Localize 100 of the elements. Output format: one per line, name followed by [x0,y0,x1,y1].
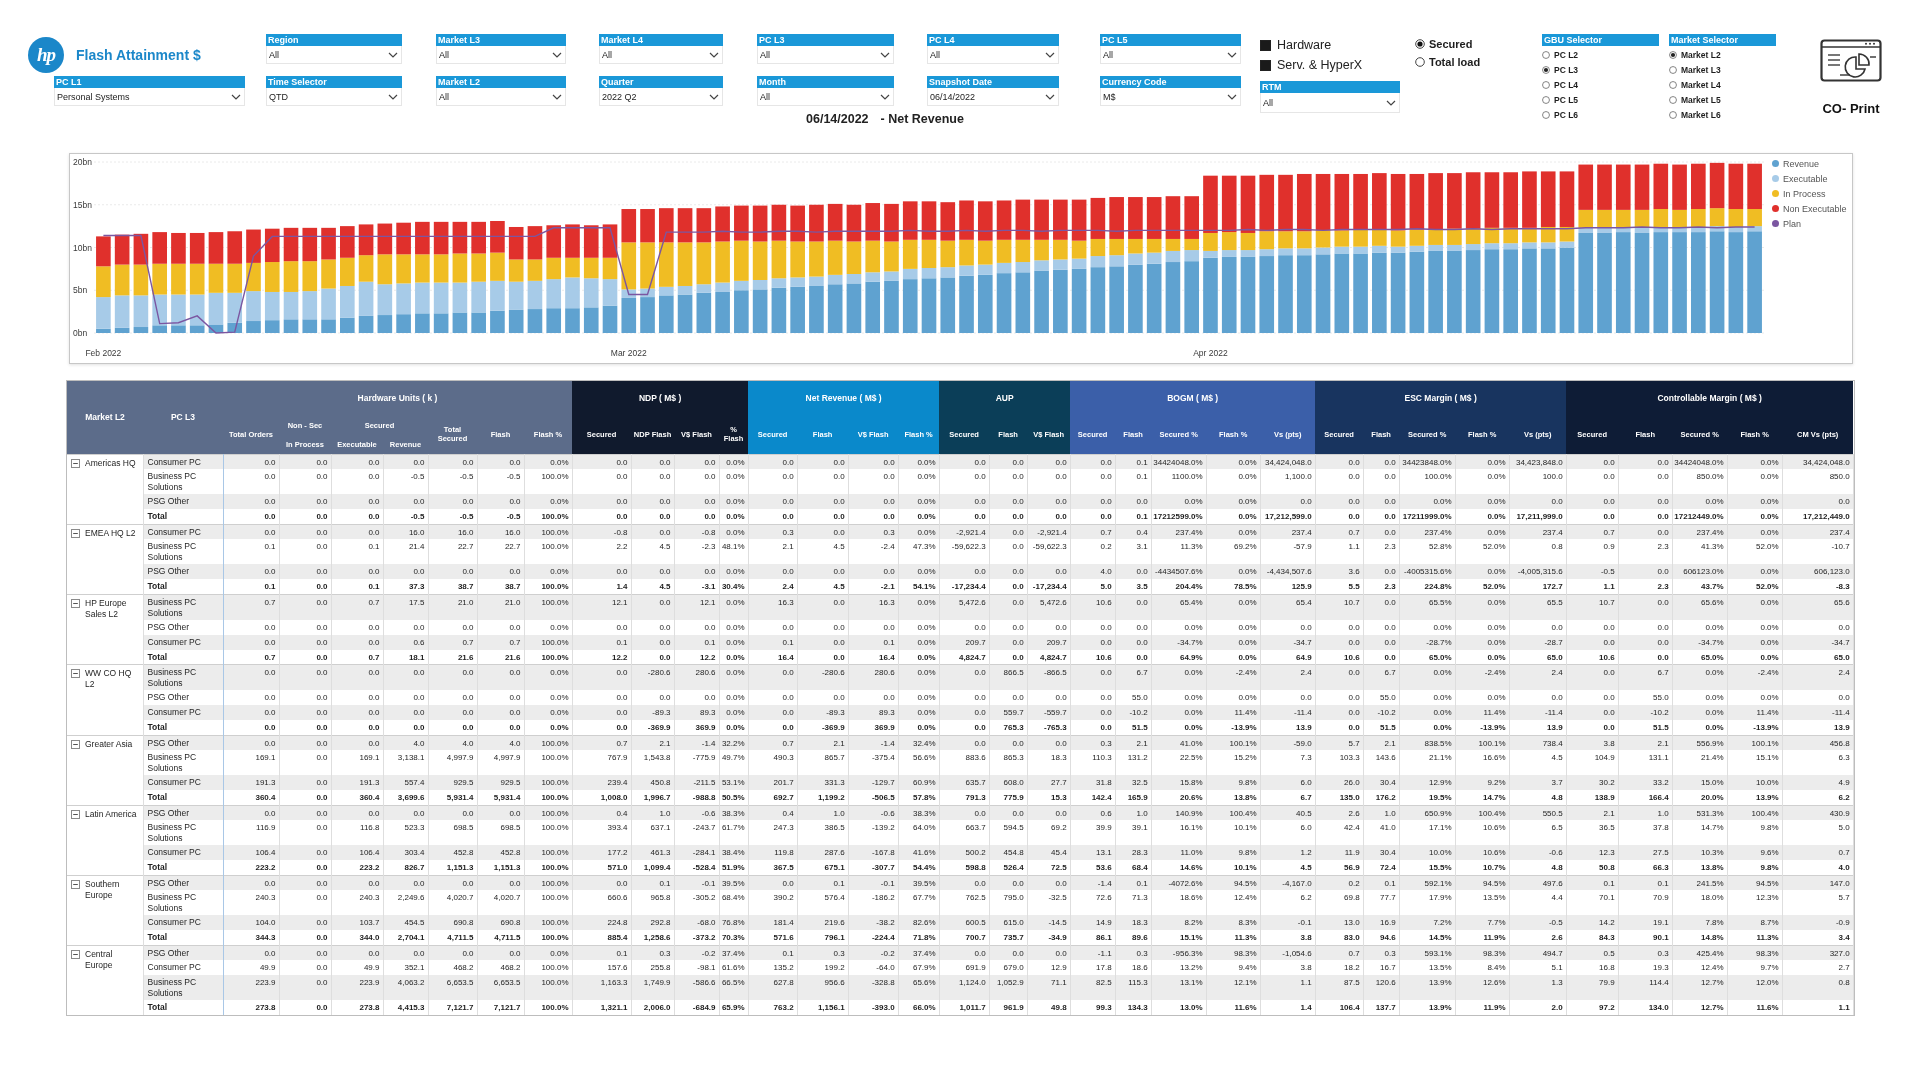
table-cell: 11.4% [1455,705,1510,720]
row-label: Consumer PC [143,845,223,860]
table-cell: 0.0 [1782,619,1854,635]
table-cell: 13.0 [1315,915,1364,930]
radio-option[interactable]: PC L2 [1542,47,1579,62]
dropdown[interactable]: All [436,88,566,106]
table-cell: -34.7 [1782,634,1854,650]
collapse-icon[interactable] [71,739,80,749]
radio-option[interactable]: Market L6 [1669,107,1721,122]
dropdown[interactable]: All [757,46,894,64]
dropdown[interactable]: All [927,46,1059,64]
radio-option[interactable]: Market L4 [1669,77,1721,92]
radio-option[interactable]: PC L3 [1542,62,1579,77]
table-cell: 98.3% [1455,945,1510,960]
table-cell: 0.0 [428,875,477,890]
dropdown[interactable]: Personal Systems [54,88,245,106]
collapse-icon[interactable] [71,458,80,468]
dropdown[interactable]: All [599,46,723,64]
table-cell: 0.0 [1618,619,1673,635]
table-cell: 0.0 [477,805,524,820]
radio-option[interactable]: Market L5 [1669,92,1721,107]
column-header[interactable]: Market L2 [67,381,143,454]
table-cell: 0.0 [383,945,428,960]
radio-option[interactable]: Total load [1415,55,1481,69]
table-cell: 0.0 [939,875,990,890]
table-cell: 0.0 [383,705,428,720]
chart-bar [264,262,280,292]
table-cell: 0.0 [1363,634,1400,650]
chevron-icon [1227,93,1237,100]
table-cell: 99.3 [1070,1000,1116,1015]
table-cell: 0.0 [1618,454,1673,469]
table-cell: 6.0 [1260,775,1316,790]
table-cell: 0.0 [1070,494,1116,509]
table-cell: 0.0% [1206,524,1261,539]
table-cell: 12.7% [1672,975,1728,1000]
table-cell: 0.0 [939,664,990,690]
chart-bar [640,209,655,243]
dropdown[interactable]: All [757,88,894,106]
table-cell: 0.0 [279,705,331,720]
dropdown[interactable]: QTD [266,88,402,106]
chart-bar [490,310,505,333]
table-cell: -28.7% [1399,634,1456,650]
row-group-label: Americas HQ [85,457,136,469]
table-cell: 0.0 [223,875,279,890]
dropdown[interactable]: All [1100,46,1241,64]
dropdown[interactable]: All [436,46,566,64]
table-cell: 1.1 [1782,1000,1854,1015]
table-cell: 0.0% [1206,634,1261,650]
table-cell: 0.0 [631,524,675,539]
column-header[interactable]: PC L3 [143,381,223,454]
checkbox-option[interactable]: Hardware [1260,37,1332,53]
dropdown[interactable]: 06/14/2022 [927,88,1059,106]
table-cell: 0.0% [719,454,749,469]
table-cell: 12.1 [572,594,632,620]
table-cell: 557.4 [383,775,428,790]
radio-option[interactable]: PC L6 [1542,107,1579,122]
table-cell: 8.3% [1206,915,1261,930]
table-cell: 0.0 [748,454,798,469]
table-cell: 0.0 [939,619,990,635]
chart-bar [340,226,355,258]
dropdown[interactable]: 2022 Q2 [599,88,723,106]
table-cell: 0.0 [428,664,477,690]
collapse-icon[interactable] [71,949,80,959]
dropdown[interactable]: All [1260,93,1400,113]
collapse-icon[interactable] [71,809,80,819]
table-cell: 34424048.0% [1151,454,1207,469]
table-cell: 0.0 [572,564,632,579]
chart-bar [752,205,768,242]
dropdown[interactable]: All [266,46,402,64]
table-cell: 40.5 [1260,805,1316,820]
table-cell: 0.0 [428,805,477,820]
radio-option[interactable]: PC L5 [1542,92,1579,107]
collapse-icon[interactable] [71,669,80,678]
table-cell: 0.7 [1070,524,1116,539]
table-cell: 0.0 [631,564,675,579]
radio-option[interactable]: PC L4 [1542,77,1579,92]
table-cell: 0.4 [748,805,798,820]
table-cell: 0.5 [1566,945,1619,960]
collapse-icon[interactable] [71,528,80,538]
table-cell: 16.0 [477,524,524,539]
table-cell: 0.0 [572,619,632,635]
collapse-icon[interactable] [71,598,80,608]
collapse-icon[interactable] [71,879,80,889]
table-cell: 0.0 [1566,454,1619,469]
dropdown[interactable]: M$ [1100,88,1241,106]
radio-option[interactable]: Secured [1415,37,1473,51]
table-cell: 287.6 [797,845,849,860]
chart-bar [471,253,486,282]
radio-option[interactable]: Market L3 [1669,62,1721,77]
table-cell: 8.2% [1151,915,1207,930]
table-cell: 177.2 [572,845,632,860]
table-cell: 26.0 [1315,775,1364,790]
table-cell: 0.0 [572,494,632,509]
table-cell: 0.0 [428,705,477,720]
table-cell: 556.9% [1672,735,1728,750]
table-cell: 0.0 [223,524,279,539]
checkbox-option[interactable]: Serv. & HyperX [1260,57,1363,73]
radio-option[interactable]: Market L2 [1669,47,1721,62]
print-button[interactable]: CO- Print [1812,39,1890,117]
table-cell: 2.1 [1363,735,1400,750]
